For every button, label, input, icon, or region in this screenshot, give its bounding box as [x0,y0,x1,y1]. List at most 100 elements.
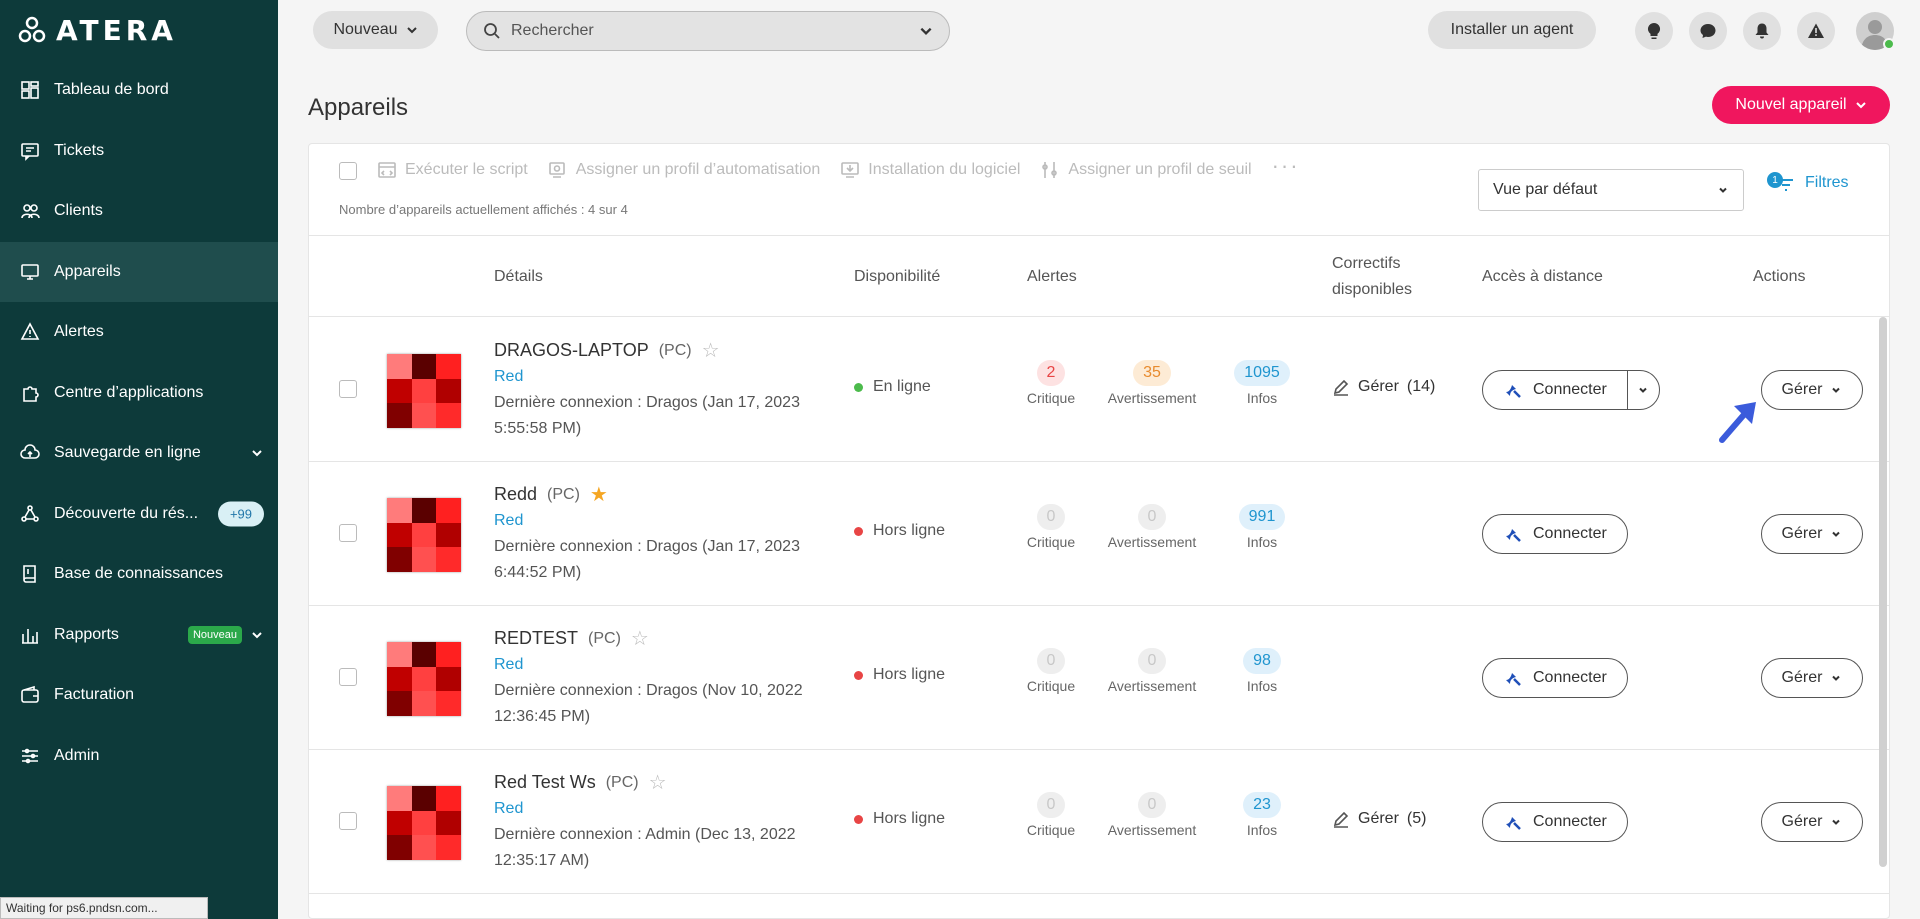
manage-patches-link[interactable]: Gérer (5) [1332,810,1426,828]
favorite-star-icon[interactable]: ☆ [649,770,667,795]
warning-alerts[interactable]: 0 Avertissement [1097,504,1207,550]
manage-device-button[interactable]: Gérer [1761,802,1863,842]
sidebar-item-chart[interactable]: Rapports Nouveau [0,605,278,666]
lightbulb-icon[interactable] [1635,12,1673,50]
client-link[interactable]: Red [494,800,523,818]
sidebar-item-warning[interactable]: Alertes [0,302,278,363]
run-script-action[interactable]: Exécuter le script [377,160,528,180]
more-actions-icon[interactable]: ··· [1272,153,1300,179]
remote-connect-icon [1506,817,1521,830]
dashboard-icon [20,80,40,100]
critical-count: 0 [1036,504,1066,530]
device-name-line: Redd (PC) ★ [494,482,608,507]
warning-alerts[interactable]: 0 Avertissement [1097,792,1207,838]
sidebar-item-monitor[interactable]: Appareils [0,241,278,302]
critical-alerts[interactable]: 2 Critique [1021,360,1081,406]
assign-automation-profile-action[interactable]: Assigner un profil d’automatisation [548,160,820,180]
client-link[interactable]: Red [494,656,523,674]
info-alerts[interactable]: 23 Infos [1217,792,1307,838]
view-select[interactable]: Vue par défaut [1478,169,1744,211]
row-checkbox[interactable] [339,812,357,830]
table-row[interactable]: DRAGOS-LAPTOP (PC) ☆ Red Dernière connexion … [309,318,1889,462]
sidebar-item-network[interactable]: Découverte du rés... +99 [0,484,278,545]
sidebar-item-puzzle[interactable]: Centre d’applications [0,363,278,424]
sidebar-item-ticket[interactable]: Tickets [0,121,278,182]
users-icon [20,201,40,221]
install-software-action[interactable]: Installation du logiciel [840,160,1020,180]
select-all-checkbox[interactable] [339,162,357,180]
sidebar-item-users[interactable]: Clients [0,181,278,242]
critical-label: Critique [1026,678,1076,694]
row-checkbox[interactable] [339,668,357,686]
critical-alerts[interactable]: 0 Critique [1021,648,1081,694]
row-checkbox[interactable] [339,524,357,542]
connect-button[interactable]: Connecter [1482,658,1628,698]
chevron-down-icon[interactable] [250,628,264,642]
warning-alerts[interactable]: 35 Avertissement [1097,360,1207,406]
chevron-down-icon[interactable] [919,24,933,38]
sidebar-item-wallet[interactable]: Facturation [0,665,278,726]
device-name[interactable]: Red Test Ws [494,772,596,793]
device-name[interactable]: DRAGOS-LAPTOP [494,340,649,361]
sidebar-item-sliders[interactable]: Admin [0,726,278,787]
critical-count: 2 [1036,360,1066,386]
row-checkbox[interactable] [339,380,357,398]
table-row[interactable]: REDTEST (PC) ☆ Red Dernière connexion : Drag… [309,606,1889,750]
bell-icon[interactable] [1743,12,1781,50]
sidebar-item-cloud[interactable]: Sauvegarde en ligne [0,423,278,484]
manage-device-button[interactable]: Gérer [1761,658,1863,698]
filters-button[interactable]: 1 Filtres [1767,172,1849,194]
table-row[interactable]: Red Test Ws (PC) ☆ Red Dernière connexion : … [309,750,1889,894]
favorite-star-icon[interactable]: ☆ [702,338,720,363]
manage-patches-link[interactable]: Gérer (14) [1332,378,1435,396]
pencil-icon [1333,811,1349,828]
new-dropdown-button[interactable]: Nouveau [313,11,438,49]
status-dot [854,814,863,824]
run-script-label: Exécuter le script [405,161,528,178]
connect-button[interactable]: Connecter [1482,370,1660,410]
table-row[interactable]: Redd (PC) ★ Red Dernière connexion : Dragos … [309,462,1889,606]
sidebar-item-label: Clients [54,202,103,220]
assign-threshold-profile-action[interactable]: Assigner un profil de seuil [1040,160,1252,180]
table-scrollbar[interactable] [1879,317,1887,867]
atera-logo[interactable]: ATERA [18,14,177,47]
last-connection: Dernière connexion : Dragos (Jan 17, 202… [494,534,814,586]
chevron-down-icon[interactable] [250,446,264,460]
critical-alerts[interactable]: 0 Critique [1021,792,1081,838]
warning-count: 0 [1137,792,1167,818]
atera-logo-icon [18,16,46,43]
critical-alerts[interactable]: 0 Critique [1021,504,1081,550]
manage-device-button[interactable]: Gérer [1761,370,1863,410]
table-header: Détails Disponibilité Alertes Correctifs… [309,236,1889,317]
new-device-button[interactable]: Nouvel appareil [1712,86,1890,124]
warning-alerts[interactable]: 0 Avertissement [1097,648,1207,694]
connect-button[interactable]: Connecter [1482,514,1628,554]
client-link[interactable]: Red [494,512,523,530]
info-alerts[interactable]: 1095 Infos [1217,360,1307,406]
sidebar-item-dashboard[interactable]: Tableau de bord [0,60,278,121]
info-label: Infos [1246,390,1278,406]
automation-icon [548,162,565,178]
connect-button[interactable]: Connecter [1482,802,1628,842]
client-link[interactable]: Red [494,368,523,386]
favorite-star-icon[interactable]: ☆ [631,626,649,651]
device-type: (PC) [588,629,621,647]
info-alerts[interactable]: 98 Infos [1217,648,1307,694]
search-input[interactable]: Rechercher [466,11,950,51]
sidebar-item-label: Tickets [54,141,105,159]
last-connection: Dernière connexion : Dragos (Nov 10, 202… [494,678,814,730]
header-patches-line1: Correctifs [1332,254,1401,272]
device-count-text: Nombre d’appareils actuellement affichés… [339,202,628,217]
install-agent-button[interactable]: Installer un agent [1428,11,1596,49]
chat-icon[interactable] [1689,12,1727,50]
device-name[interactable]: Redd [494,484,537,505]
view-select-value: Vue par défaut [1493,181,1598,198]
sidebar-item-book[interactable]: Base de connaissances [0,544,278,605]
info-alerts[interactable]: 991 Infos [1217,504,1307,550]
device-name[interactable]: REDTEST [494,628,578,649]
connect-options-toggle[interactable] [1626,371,1659,409]
favorite-star-icon[interactable]: ★ [590,482,608,507]
manage-device-button[interactable]: Gérer [1761,514,1863,554]
manage-label: Gérer [1781,669,1823,686]
alert-triangle-icon[interactable] [1797,12,1835,50]
